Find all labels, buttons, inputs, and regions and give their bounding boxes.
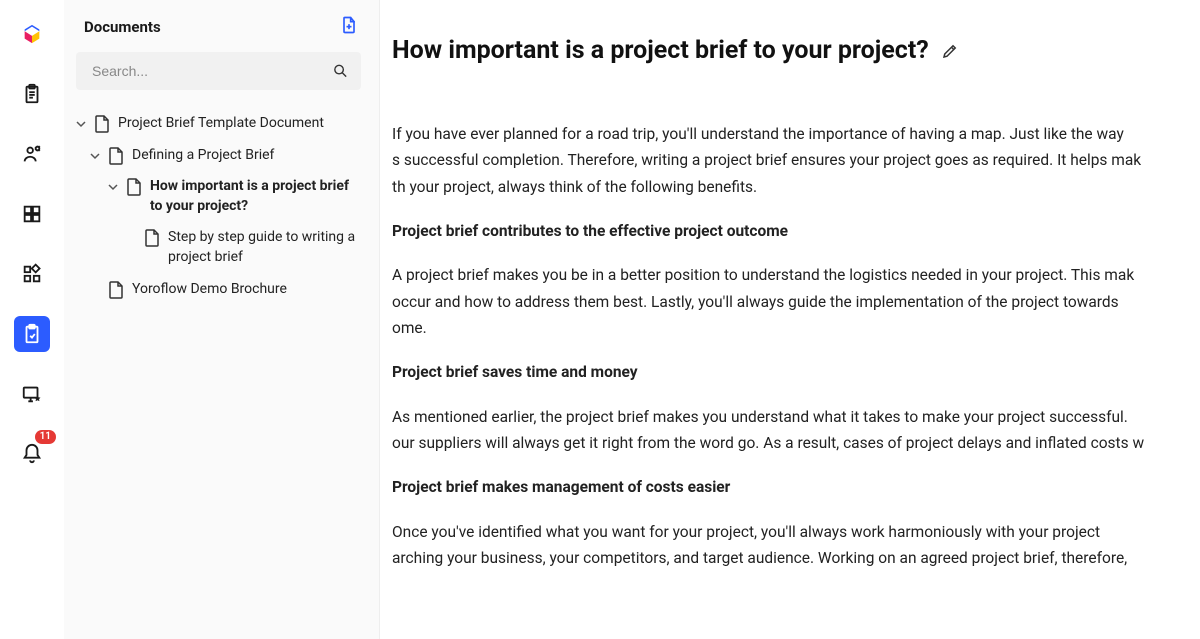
tree-item-how-important[interactable]: How important is a project brief to your… xyxy=(72,171,365,222)
document-icon xyxy=(108,147,124,165)
body-text: th your project, always think of the fol… xyxy=(392,174,1200,200)
body-text: A project brief makes you be in a better… xyxy=(392,262,1200,288)
notifications-icon[interactable]: 11 xyxy=(14,436,50,472)
search-icon[interactable] xyxy=(332,63,349,80)
document-body: If you have ever planned for a road trip… xyxy=(392,121,1200,571)
screen-star-icon[interactable] xyxy=(14,376,50,412)
grid-icon[interactable] xyxy=(14,196,50,232)
tree-label: Defining a Project Brief xyxy=(132,146,361,166)
body-text: s successful completion. Therefore, writ… xyxy=(392,147,1200,173)
tree-item-project-brief-template[interactable]: Project Brief Template Document xyxy=(72,108,365,140)
chevron-down-icon xyxy=(90,151,100,161)
user-settings-icon[interactable] xyxy=(14,136,50,172)
document-icon xyxy=(126,178,142,196)
body-text: If you have ever planned for a road trip… xyxy=(392,121,1200,147)
body-text: Once you've identified what you want for… xyxy=(392,519,1200,545)
notifications-badge: 11 xyxy=(35,430,56,444)
section-heading: Project brief contributes to the effecti… xyxy=(392,222,788,240)
page-title: How important is a project brief to your… xyxy=(392,36,929,65)
body-text: occur and how to address them best. Last… xyxy=(392,289,1200,315)
document-tree: Project Brief Template Document Defining… xyxy=(72,108,365,305)
tree-label: Project Brief Template Document xyxy=(118,114,361,134)
tree-label: How important is a project brief to your… xyxy=(150,177,361,216)
chevron-down-icon xyxy=(108,182,118,192)
tree-label: Step by step guide to writing a project … xyxy=(168,228,361,267)
body-text: ome. xyxy=(392,315,1200,341)
docs-nav-icon[interactable] xyxy=(14,316,50,352)
body-text: As mentioned earlier, the project brief … xyxy=(392,404,1200,430)
section-heading: Project brief makes management of costs … xyxy=(392,478,730,496)
section-heading: Project brief saves time and money xyxy=(392,363,638,381)
chevron-down-icon xyxy=(76,119,86,129)
search-input[interactable] xyxy=(76,52,361,90)
icon-rail: 11 xyxy=(0,0,64,639)
sidebar-panel: Documents Project Brief Template Documen… xyxy=(64,0,380,639)
body-text: arching your business, your competitors,… xyxy=(392,545,1200,571)
main-content: How important is a project brief to your… xyxy=(380,0,1200,639)
clipboard-icon[interactable] xyxy=(14,76,50,112)
add-document-button[interactable] xyxy=(339,14,359,40)
document-icon xyxy=(144,229,160,247)
edit-icon[interactable] xyxy=(941,42,959,60)
sidebar-title: Documents xyxy=(84,18,161,36)
tree-label: Yoroflow Demo Brochure xyxy=(132,280,361,300)
document-icon xyxy=(108,281,124,299)
widgets-icon[interactable] xyxy=(14,256,50,292)
tree-item-defining-brief[interactable]: Defining a Project Brief xyxy=(72,140,365,172)
logo-icon[interactable] xyxy=(14,16,50,52)
tree-item-yoroflow-brochure[interactable]: Yoroflow Demo Brochure xyxy=(72,274,365,306)
tree-item-step-guide[interactable]: Step by step guide to writing a project … xyxy=(72,222,365,273)
document-icon xyxy=(94,115,110,133)
body-text: our suppliers will always get it right f… xyxy=(392,430,1200,456)
